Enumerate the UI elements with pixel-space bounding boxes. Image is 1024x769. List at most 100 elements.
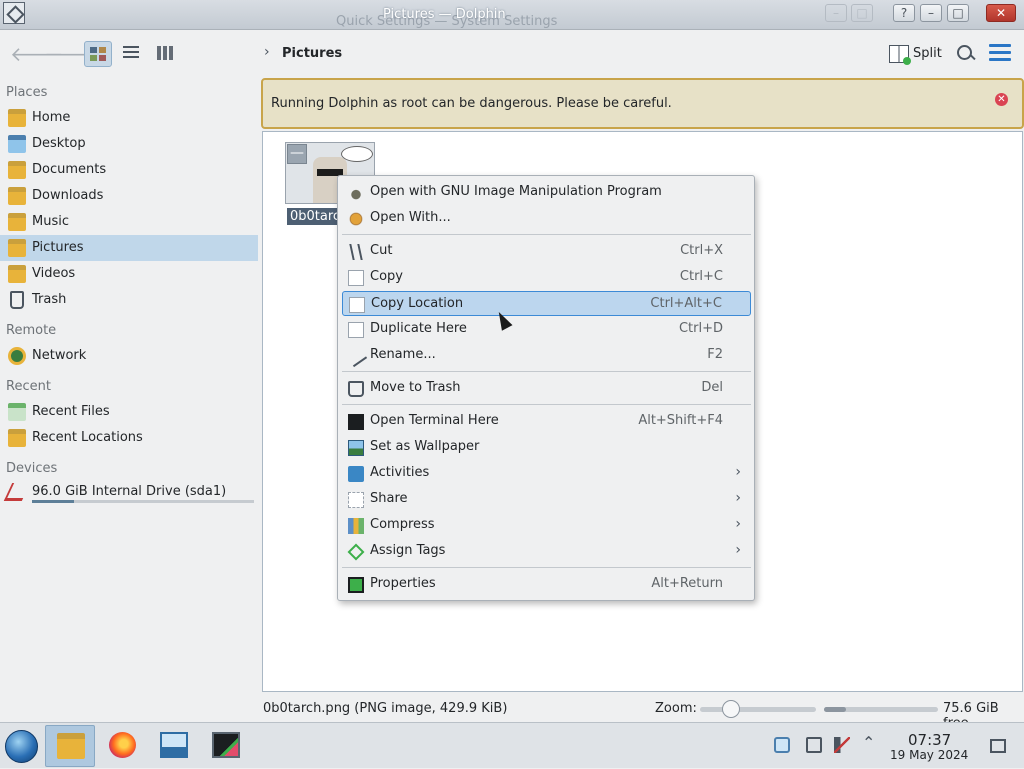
devices-header: Devices [6,461,58,476]
free-space-bar [824,707,938,712]
menu-item-copy[interactable]: Copy Ctrl+C [342,265,751,290]
menu-item-compress[interactable]: Compress › [342,513,751,538]
back-button[interactable]: 🡐 [10,43,64,65]
selection-toggle-icon[interactable]: — [287,144,307,164]
maximize-button[interactable]: □ [947,4,969,22]
tags-icon [347,543,365,561]
chevron-right-icon: › [735,490,741,506]
details-view-button[interactable] [152,41,180,67]
search-icon[interactable] [955,43,977,65]
compress-icon [348,518,364,534]
sidebar-item-label: Recent Files [32,404,110,419]
root-warning-banner: Running Dolphin as root can be dangerous… [261,78,1024,129]
remote-header: Remote [6,323,57,338]
sidebar-item-recent-files[interactable]: Recent Files [0,399,258,425]
help-button[interactable]: ? [893,4,915,22]
menu-item-copy-location[interactable]: Copy Location Ctrl+Alt+C [342,291,751,316]
clock-date[interactable]: 19 May 2024 [890,748,968,762]
sidebar-item-label: Network [32,348,87,363]
task-terminal[interactable] [201,725,251,767]
compact-view-button[interactable] [118,41,146,67]
sidebar-item-label: Desktop [32,136,86,151]
terminal-app-icon [212,732,240,758]
icons-view-button[interactable] [84,41,112,67]
menu-item-label: Set as Wallpaper [370,439,480,454]
minimize-button[interactable]: – [920,4,942,22]
task-system-settings[interactable] [149,725,199,767]
menu-item-open-with-gimp[interactable]: Open with GNU Image Manipulation Program [342,180,751,205]
sidebar-item-label: 96.0 GiB Internal Drive (sda1) [32,484,227,499]
menu-item-open-terminal-here[interactable]: Open Terminal Here Alt+Shift+F4 [342,409,751,434]
documents-folder-icon [8,161,26,179]
show-desktop-icon[interactable] [990,739,1006,753]
menu-item-shortcut: Del [701,380,723,395]
breadcrumb-arrow-icon[interactable]: › [264,44,270,60]
menu-item-properties[interactable]: Properties Alt+Return [342,572,751,597]
clipboard-icon[interactable] [774,737,790,753]
sidebar-item-downloads[interactable]: Downloads [0,183,258,209]
volume-muted-icon[interactable] [834,737,850,753]
menu-item-share[interactable]: Share › [342,487,751,512]
task-dolphin[interactable] [45,725,95,767]
sidebar-item-home[interactable]: Home [0,105,258,131]
trash-icon [10,291,24,309]
breadcrumb-current[interactable]: Pictures [282,46,342,61]
start-menu-button[interactable] [5,730,38,763]
menu-item-label: Properties [370,576,436,591]
clock-time[interactable]: 07:37 [908,731,951,749]
zoom-slider[interactable] [700,700,816,718]
menu-item-move-to-trash[interactable]: Move to Trash Del [342,376,751,401]
split-label: Split [913,46,942,61]
sidebar-item-internal-drive[interactable]: 96.0 GiB Internal Drive (sda1) [0,479,258,505]
hamburger-menu-icon[interactable] [989,44,1011,64]
sidebar-item-label: Recent Locations [32,430,143,445]
zoom-slider-handle[interactable] [722,700,741,718]
sidebar-item-music[interactable]: Music [0,209,258,235]
recent-files-icon [8,403,26,421]
file-info-text: 0b0tarch.png (PNG image, 429.9 KiB) [263,701,508,716]
sidebar-item-network[interactable]: Network [0,343,258,369]
task-firefox[interactable] [97,725,147,767]
menu-item-label: Open with GNU Image Manipulation Program [370,184,662,199]
menu-item-label: Open With... [370,210,451,225]
menu-item-duplicate-here[interactable]: Duplicate Here Ctrl+D [342,317,751,342]
menu-item-cut[interactable]: Cut Ctrl+X [342,239,751,264]
sidebar-item-desktop[interactable]: Desktop [0,131,258,157]
cut-icon [349,244,363,260]
window-menu-icon[interactable] [3,2,25,24]
system-settings-icon [160,732,188,758]
sidebar-item-documents[interactable]: Documents [0,157,258,183]
menu-item-assign-tags[interactable]: Assign Tags › [342,539,751,564]
menu-item-label: Move to Trash [370,380,461,395]
menu-item-rename[interactable]: Rename... F2 [342,343,751,368]
menu-item-open-with[interactable]: Open With... [342,206,751,231]
forward-button[interactable]: 🡒 [44,43,98,65]
menu-item-label: Assign Tags [370,543,446,558]
places-header: Places [6,85,48,100]
close-icon[interactable]: ✕ [995,93,1008,106]
sidebar-item-pictures[interactable]: Pictures [0,235,258,261]
menu-item-label: Activities [370,465,430,480]
dolphin-icon [57,733,85,759]
activities-icon [348,466,364,482]
terminal-icon [348,414,364,430]
close-button[interactable]: ✕ [986,4,1016,22]
chevron-right-icon: › [735,516,741,532]
menu-item-set-as-wallpaper[interactable]: Set as Wallpaper [342,435,751,460]
compact-view-icon [123,46,139,60]
sidebar-item-videos[interactable]: Videos [0,261,258,287]
recent-header: Recent [6,379,51,394]
zoom-label: Zoom: [655,701,697,716]
chevron-up-icon[interactable]: ⌃ [862,733,878,752]
warning-text: Running Dolphin as root can be dangerous… [271,96,672,111]
menu-item-label: Copy [370,269,403,284]
menu-separator [342,404,751,405]
context-menu: Open with GNU Image Manipulation Program… [337,175,755,601]
sidebar-item-trash[interactable]: Trash [0,287,258,313]
notes-icon[interactable] [806,737,822,753]
background-minimize-button: – [825,4,847,22]
menu-item-activities[interactable]: Activities › [342,461,751,486]
menu-item-shortcut: Alt+Return [651,576,723,591]
taskbar: ⌃ 07:37 19 May 2024 [0,722,1024,768]
sidebar-item-recent-locations[interactable]: Recent Locations [0,425,258,451]
